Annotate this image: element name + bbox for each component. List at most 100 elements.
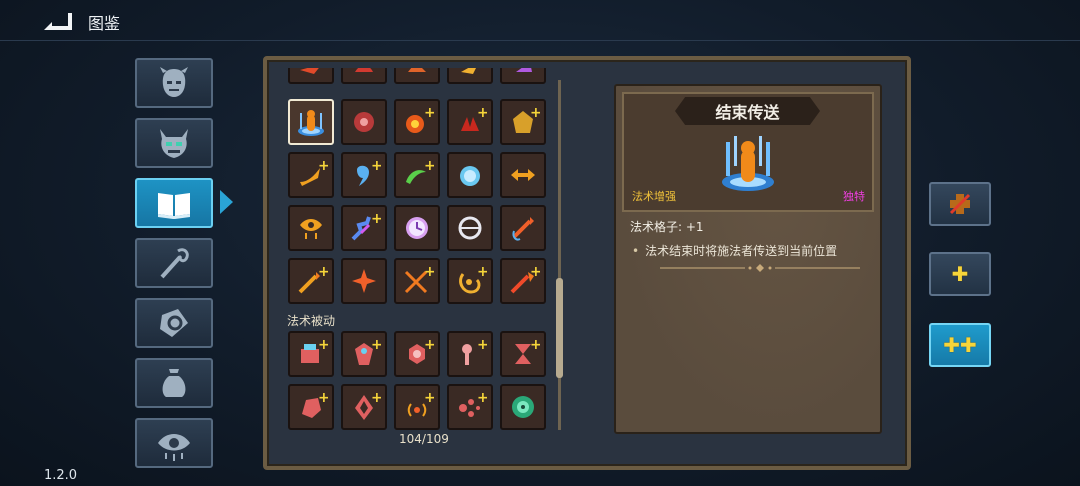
spell-icon bbox=[512, 396, 534, 418]
grid-cell[interactable] bbox=[447, 68, 493, 84]
grid-cell[interactable]: + bbox=[500, 258, 546, 304]
potion-bag-icon bbox=[162, 369, 186, 397]
spell-icon bbox=[352, 269, 376, 293]
tab-monsters[interactable] bbox=[135, 118, 213, 168]
back-arrow-icon bbox=[44, 13, 72, 30]
version-label: 1.2.0 bbox=[44, 468, 78, 483]
tab-spellbook[interactable] bbox=[135, 178, 213, 228]
spell-icon: + bbox=[355, 390, 381, 420]
spell-icon: + bbox=[406, 105, 434, 133]
grid-cell[interactable] bbox=[341, 68, 387, 84]
face-icon bbox=[160, 67, 188, 97]
effect-description: 法术结束时将施法者传送到当前位置 bbox=[632, 242, 837, 259]
spell-icon bbox=[300, 219, 322, 239]
spell-icon: + bbox=[298, 264, 328, 294]
spell-icon: + bbox=[461, 105, 487, 131]
top-bar: 图鉴 bbox=[0, 0, 1080, 42]
grid-cell[interactable] bbox=[288, 68, 334, 84]
grid-cell[interactable]: + bbox=[394, 258, 440, 304]
grid-cell[interactable]: + bbox=[447, 384, 493, 430]
grid-cell[interactable]: + bbox=[447, 258, 493, 304]
grid-cell[interactable] bbox=[500, 205, 546, 251]
grid-cell[interactable]: + bbox=[394, 384, 440, 430]
header-divider bbox=[0, 40, 1080, 41]
grid-cell[interactable]: + bbox=[447, 99, 493, 145]
filter-single-plus-button[interactable]: ✚ bbox=[929, 252, 991, 296]
spell-icon: + bbox=[462, 337, 487, 365]
divider-ornament bbox=[660, 264, 860, 272]
svg-text:+: + bbox=[318, 390, 328, 406]
svg-text:+: + bbox=[424, 105, 434, 121]
active-tab-indicator bbox=[220, 190, 233, 214]
hand-scroll-icon bbox=[160, 309, 188, 337]
grid-cell[interactable]: + bbox=[288, 152, 334, 198]
tab-staffs[interactable] bbox=[135, 238, 213, 288]
grid-cell-selected[interactable] bbox=[288, 99, 334, 145]
filter-double-plus-button[interactable]: ✚✚ bbox=[929, 323, 991, 367]
spell-icon bbox=[458, 216, 482, 240]
spell-icon bbox=[512, 217, 534, 241]
section-label-passive: 法术被动 bbox=[287, 314, 336, 328]
book-icon bbox=[158, 193, 190, 219]
grid-cell[interactable]: + bbox=[341, 384, 387, 430]
grid-cell[interactable]: + bbox=[394, 152, 440, 198]
grid-cell[interactable] bbox=[394, 205, 440, 251]
signal-icon: + bbox=[407, 390, 434, 417]
spell-icon bbox=[354, 112, 374, 132]
grid-cell[interactable] bbox=[394, 68, 440, 84]
grid-cell[interactable]: + bbox=[500, 331, 546, 377]
spell-icon: + bbox=[459, 390, 487, 417]
svg-text:+: + bbox=[318, 337, 328, 353]
svg-text:+: + bbox=[530, 337, 540, 353]
detail-title: 结束传送 bbox=[715, 103, 780, 122]
spell-icon bbox=[355, 68, 373, 72]
grid-cell[interactable] bbox=[500, 152, 546, 198]
svg-text:+: + bbox=[318, 158, 328, 174]
grid-cell[interactable]: + bbox=[394, 331, 440, 377]
teleport-icon bbox=[722, 136, 774, 191]
page-title: 图鉴 bbox=[88, 14, 121, 33]
spell-icon: + bbox=[302, 390, 328, 418]
svg-text:+: + bbox=[371, 211, 381, 227]
hourglass-icon: + bbox=[515, 337, 540, 364]
spell-icon bbox=[408, 68, 426, 72]
staff-icon bbox=[160, 248, 189, 279]
scrollbar-thumb[interactable] bbox=[556, 278, 563, 378]
tab-spells[interactable] bbox=[135, 298, 213, 348]
spell-icon: + bbox=[300, 158, 328, 186]
svg-text:+: + bbox=[424, 390, 434, 406]
grid-cell[interactable]: + bbox=[341, 152, 387, 198]
grid-cell[interactable]: + bbox=[341, 205, 387, 251]
tab-relics[interactable] bbox=[135, 418, 213, 468]
spell-icon: + bbox=[355, 337, 381, 365]
grid-cell[interactable]: + bbox=[288, 384, 334, 430]
svg-text:+: + bbox=[477, 105, 487, 121]
tab-items[interactable] bbox=[135, 358, 213, 408]
spell-icon bbox=[461, 68, 476, 74]
svg-text:+: + bbox=[424, 264, 434, 280]
grid-cell[interactable] bbox=[447, 205, 493, 251]
grid-cell[interactable]: + bbox=[500, 99, 546, 145]
filter-no-enhance-button[interactable] bbox=[929, 182, 991, 226]
spell-icon: + bbox=[409, 337, 434, 364]
grid-cell[interactable]: + bbox=[288, 258, 334, 304]
spell-icon: + bbox=[510, 264, 540, 294]
svg-text:+: + bbox=[530, 105, 540, 121]
svg-text:+: + bbox=[371, 337, 381, 353]
grid-cell[interactable]: + bbox=[288, 331, 334, 377]
grid-cell[interactable] bbox=[500, 384, 546, 430]
spell-icon: + bbox=[406, 158, 434, 184]
grid-cell[interactable]: + bbox=[394, 99, 440, 145]
grid-cell[interactable] bbox=[447, 152, 493, 198]
grid-cell[interactable] bbox=[341, 258, 387, 304]
grid-cell[interactable] bbox=[341, 99, 387, 145]
tab-characters[interactable] bbox=[135, 58, 213, 108]
grid-cell[interactable] bbox=[288, 205, 334, 251]
grid-cell[interactable]: + bbox=[341, 331, 387, 377]
grid-cell[interactable] bbox=[500, 68, 546, 84]
spell-icon: + bbox=[351, 211, 381, 241]
spell-icon: + bbox=[513, 105, 540, 133]
grid-cell[interactable]: + bbox=[447, 331, 493, 377]
back-button[interactable] bbox=[42, 9, 78, 33]
spell-icon bbox=[511, 169, 535, 181]
